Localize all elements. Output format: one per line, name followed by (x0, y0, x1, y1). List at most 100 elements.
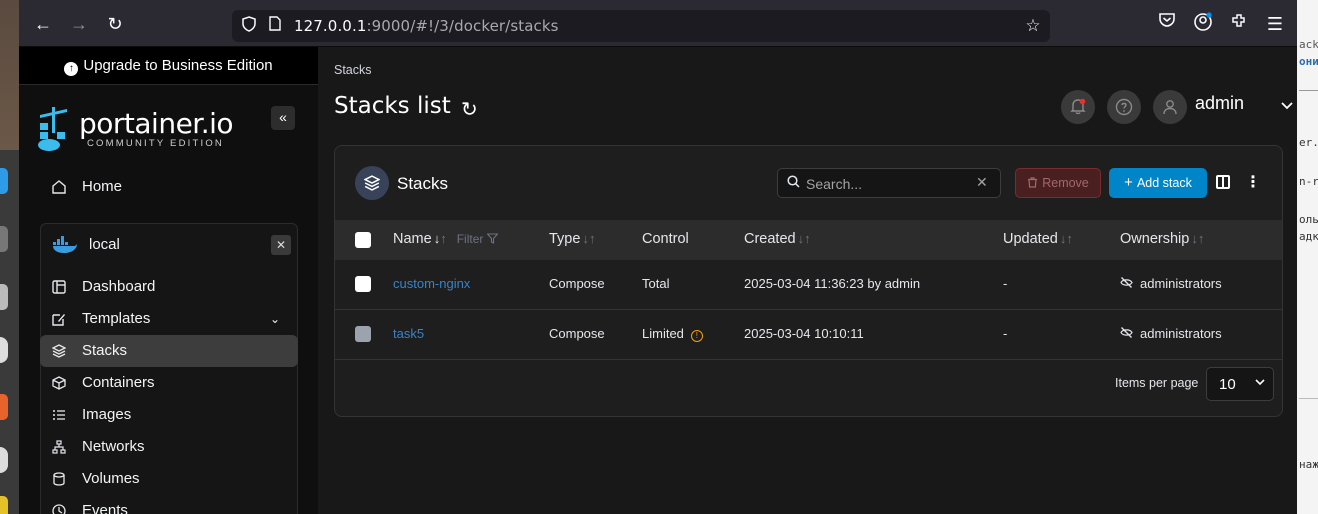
stack-ownership: administrators (1120, 276, 1222, 291)
sidebar-item-events[interactable]: Events (40, 495, 298, 514)
breadcrumb[interactable]: Stacks (334, 63, 372, 77)
table-row[interactable]: task5 Compose Limited! 2025-03-04 10:10:… (335, 310, 1282, 360)
warning-icon[interactable]: ! (690, 330, 703, 342)
events-icon (50, 495, 68, 514)
dock-app-icon[interactable] (0, 226, 8, 252)
environment-header: local ✕ (41, 224, 299, 268)
sidebar: ↑ Upgrade to Business Edition portainer.i… (19, 47, 318, 514)
page-title: Stacks list (334, 93, 451, 119)
column-updated[interactable]: Updated ↓↑ (1003, 231, 1073, 247)
stack-name-link[interactable]: task5 (393, 326, 424, 341)
sidebar-item-volumes[interactable]: Volumes (40, 463, 298, 495)
sidebar-item-containers[interactable]: Containers (40, 367, 298, 399)
images-icon (50, 399, 68, 433)
stack-ownership: administrators (1120, 326, 1222, 341)
portainer-logo[interactable]: portainer.io COMMUNITY EDITION (37, 105, 237, 155)
items-per-page-select[interactable]: 10 (1206, 367, 1274, 401)
stack-name-link[interactable]: custom-nginx (393, 276, 470, 291)
forward-icon[interactable]: → (67, 12, 91, 36)
dock-app-icon[interactable] (0, 496, 8, 514)
dock-app-icon[interactable] (0, 284, 8, 310)
address-bar[interactable]: 127.0.0.1:9000/#!/3/docker/stacks ☆ (232, 10, 1050, 42)
dock-app-icon[interactable] (0, 394, 8, 420)
column-control: Control (642, 231, 689, 247)
docker-icon (53, 236, 77, 253)
row-checkbox[interactable] (355, 276, 371, 292)
extensions-icon[interactable] (1227, 12, 1251, 36)
column-type[interactable]: Type ↓↑ (549, 231, 595, 247)
shield-icon[interactable] (239, 16, 259, 36)
filter-icon (486, 233, 499, 244)
page-icon[interactable] (265, 16, 285, 36)
card-title: Stacks (397, 174, 449, 193)
collapse-sidebar-button[interactable]: « (271, 106, 295, 130)
user-avatar[interactable] (1153, 90, 1187, 124)
eye-off-icon (1120, 276, 1134, 291)
dock-app-icon[interactable] (0, 168, 8, 194)
sort-icon: ↓↑ (797, 231, 811, 246)
bell-icon (1070, 98, 1086, 115)
search-input[interactable]: Search... ✕ (777, 168, 1001, 198)
column-filter[interactable]: Filter (457, 232, 499, 246)
more-options-icon[interactable]: ⋮ (1245, 172, 1261, 192)
clear-search-icon[interactable]: ✕ (976, 174, 988, 191)
help-circle-icon (1115, 98, 1133, 116)
select-all-checkbox[interactable] (355, 232, 371, 248)
stack-type: Compose (549, 326, 605, 341)
stack-updated: - (1003, 276, 1008, 291)
eye-off-icon (1120, 326, 1134, 341)
dock-app-icon[interactable] (0, 447, 8, 473)
stack-created: 2025-03-04 10:10:11 (744, 326, 864, 341)
pocket-icon[interactable] (1155, 12, 1179, 36)
stacks-table-card: Stacks Search... ✕ Remove +Add stack ⋮ (334, 145, 1283, 417)
column-ownership[interactable]: Ownership ↓↑ (1120, 231, 1204, 247)
environment-name: local (89, 236, 120, 253)
trash-icon (1028, 177, 1038, 188)
bookmark-star-icon[interactable]: ☆ (1023, 16, 1043, 36)
desktop-dock (0, 0, 19, 514)
stacks-icon (50, 335, 68, 369)
logo-edition: COMMUNITY EDITION (87, 138, 224, 149)
upgrade-banner[interactable]: ↑ Upgrade to Business Edition (19, 47, 318, 85)
refresh-icon[interactable]: ↻ (461, 97, 478, 122)
account-icon[interactable] (1191, 12, 1215, 36)
close-environment-button[interactable]: ✕ (271, 235, 291, 255)
sort-icon: ↓↑ (582, 231, 596, 246)
sidebar-item-networks[interactable]: Networks (40, 431, 298, 463)
table-row[interactable]: custom-nginx Compose Total 2025-03-04 11… (335, 260, 1282, 310)
user-menu[interactable]: admin (1195, 93, 1244, 114)
search-icon (787, 175, 800, 191)
home-icon (50, 171, 68, 205)
stack-control: Total (642, 276, 670, 291)
notifications-button[interactable] (1061, 90, 1095, 124)
add-stack-button[interactable]: + Add stack (1109, 168, 1207, 198)
stacks-icon (355, 166, 389, 200)
search-placeholder: Search... (806, 176, 863, 192)
sidebar-item-stacks[interactable]: Stacks (40, 335, 298, 367)
portainer-crane-icon (38, 107, 67, 151)
sidebar-item-home[interactable]: Home (40, 171, 298, 203)
stack-type: Compose (549, 276, 605, 291)
menu-icon[interactable]: ☰ (1263, 12, 1287, 36)
help-button[interactable] (1107, 90, 1141, 124)
volumes-icon (50, 463, 68, 497)
remove-button[interactable]: Remove (1015, 168, 1101, 198)
stack-created: 2025-03-04 11:36:23 by admin (744, 276, 921, 291)
containers-icon (50, 367, 68, 401)
back-icon[interactable]: ← (31, 12, 55, 36)
column-name[interactable]: Name ↓↑ Filter (393, 231, 499, 247)
sidebar-item-templates[interactable]: Templates ⌄ (40, 303, 298, 335)
column-created[interactable]: Created ↓↑ (744, 231, 811, 247)
table-header: Name ↓↑ Filter Type ↓↑ Control Created ↓↑ U… (335, 220, 1282, 260)
items-per-page-label: Items per page (1115, 376, 1199, 390)
columns-toggle-icon[interactable] (1216, 175, 1230, 189)
row-checkbox-disabled (355, 326, 371, 342)
chevron-down-icon (1255, 377, 1265, 389)
chevron-down-icon[interactable] (1281, 97, 1293, 113)
sidebar-item-dashboard[interactable]: Dashboard (40, 271, 298, 303)
sort-icon: ↓↑ (1191, 231, 1205, 246)
reload-icon[interactable]: ↻ (103, 12, 127, 36)
arrow-up-circle-icon: ↑ (64, 62, 79, 76)
dock-app-icon[interactable] (0, 337, 8, 363)
sidebar-item-images[interactable]: Images (40, 399, 298, 431)
